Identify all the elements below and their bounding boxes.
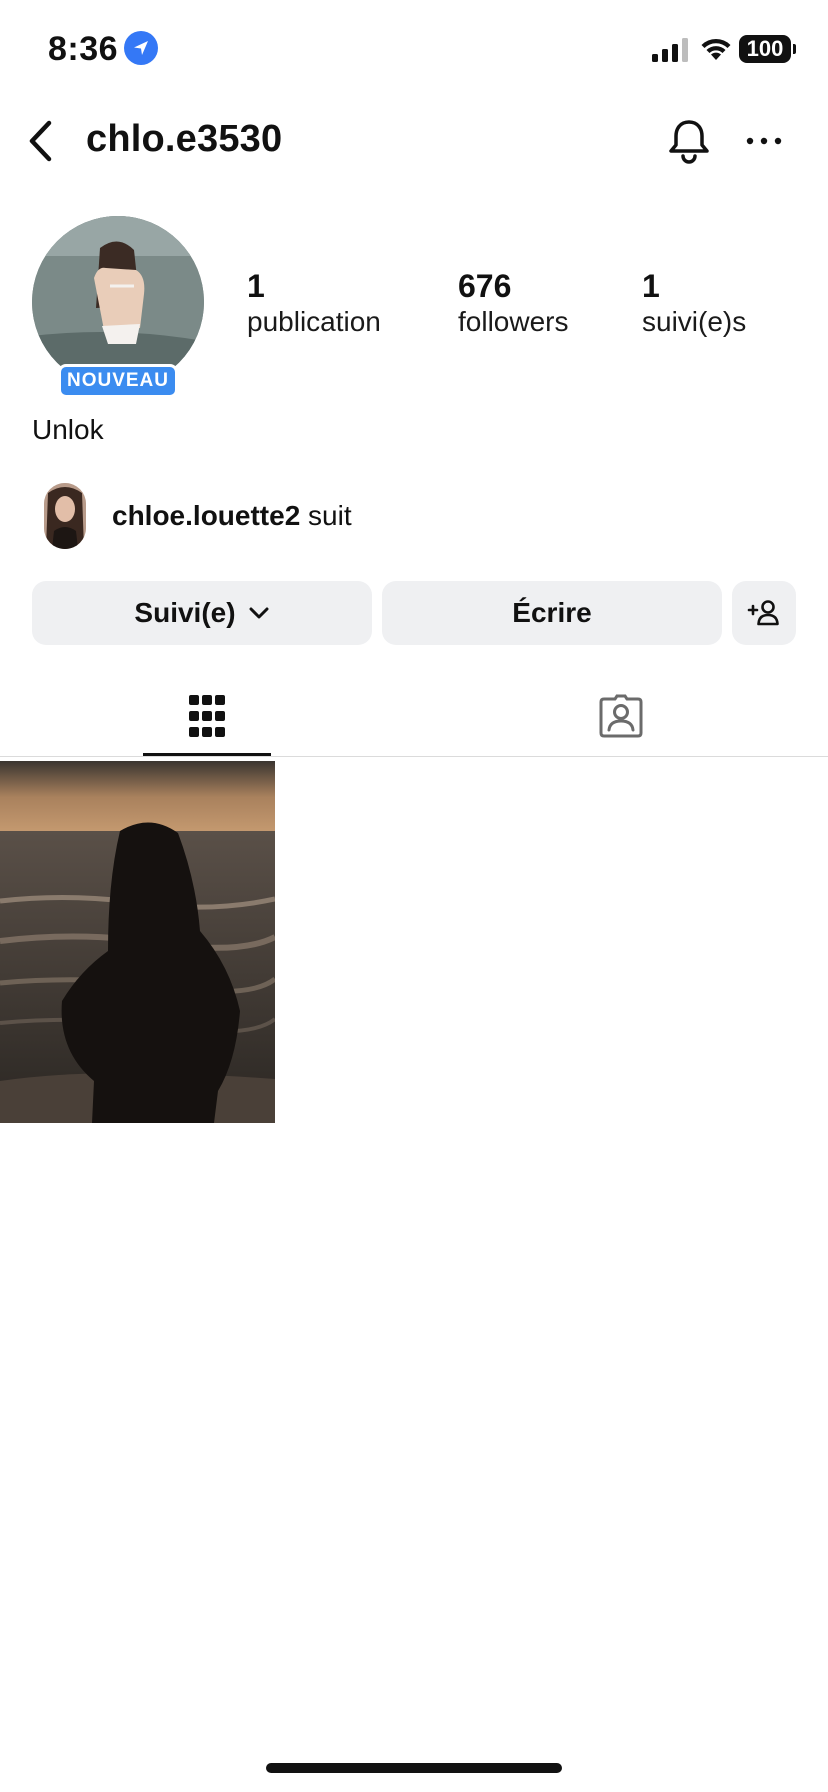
post-thumbnail[interactable] [0, 761, 275, 1123]
post-photo [0, 761, 275, 1123]
status-bar: 8:36 100 [0, 0, 828, 100]
stat-posts: 1 publication [247, 268, 381, 338]
stat-followers-count: 676 [458, 268, 512, 304]
mutual-follower-avatar [44, 483, 86, 549]
more-options-icon[interactable] [742, 124, 786, 158]
message-button-label: Écrire [512, 597, 592, 628]
stat-followers[interactable]: 676 followers [458, 268, 568, 338]
grid-icon [189, 695, 225, 737]
following-button[interactable]: Suivi(e) [32, 581, 372, 645]
stat-following[interactable]: 1 suivi(e)s [642, 268, 746, 338]
avatar-photo [32, 216, 204, 388]
mutual-follower-suffix: suit [300, 500, 352, 531]
stat-following-label: suivi(e)s [642, 306, 747, 337]
battery-icon: 100 [739, 35, 796, 63]
mutual-follower-name: chloe.louette2 [112, 500, 301, 531]
chevron-down-icon [249, 607, 269, 619]
new-account-badge: NOUVEAU [58, 364, 178, 398]
profile-bio: Unlok [32, 414, 104, 445]
stat-posts-count: 1 [247, 268, 265, 304]
tabs-divider [0, 756, 828, 757]
location-arrow-icon [124, 31, 158, 65]
home-indicator[interactable] [266, 1763, 562, 1773]
suggested-accounts-button[interactable] [732, 581, 796, 645]
mutual-follower-text: chloe.louette2 suit [112, 500, 352, 532]
stat-following-count: 1 [642, 268, 660, 304]
following-button-label: Suivi(e) [134, 597, 236, 628]
stat-posts-label: publication [247, 306, 381, 337]
notification-bell-icon[interactable] [664, 116, 714, 166]
add-person-icon [747, 600, 779, 626]
back-arrow-icon[interactable] [22, 118, 62, 164]
wifi-icon [701, 38, 731, 60]
status-time: 8:36 [48, 30, 119, 68]
mutual-follower-row[interactable]: chloe.louette2 suit [44, 483, 352, 549]
profile-username: chlo.e3530 [86, 118, 283, 160]
tab-posts-grid[interactable] [0, 676, 414, 756]
tab-tagged[interactable] [414, 676, 828, 756]
message-button[interactable]: Écrire [382, 581, 722, 645]
tagged-person-icon [599, 694, 643, 738]
stat-followers-label: followers [458, 306, 569, 337]
cellular-signal-icon [652, 38, 688, 62]
profile-avatar[interactable] [32, 216, 204, 388]
